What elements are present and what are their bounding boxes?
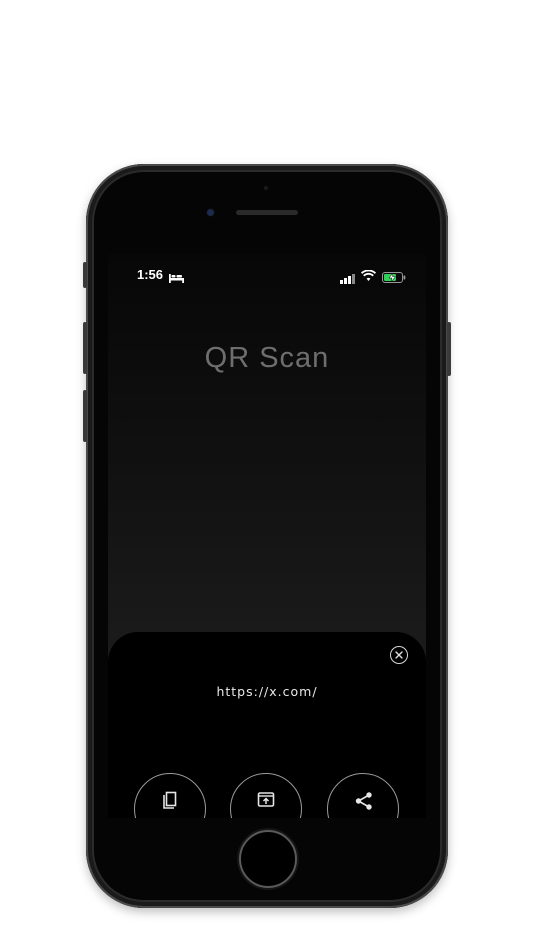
open-in-browser-button[interactable] — [230, 773, 302, 818]
share-button[interactable] — [327, 773, 399, 818]
close-icon — [395, 651, 403, 659]
wifi-icon — [360, 267, 377, 286]
status-time: 1:56 — [137, 267, 164, 282]
copy-icon — [163, 791, 177, 809]
earpiece-speaker — [236, 210, 298, 215]
phone-screen: 1:56 QR Scan https://x.com/ — [108, 254, 426, 818]
share-icon — [355, 792, 372, 810]
power-button — [447, 322, 451, 376]
status-bar: 1:56 — [108, 254, 426, 294]
bed-icon — [169, 268, 184, 287]
scan-result-sheet: https://x.com/ — [108, 632, 426, 818]
scanned-url[interactable]: https://x.com/ — [108, 684, 426, 699]
close-button[interactable] — [390, 646, 408, 664]
volume-up-button — [83, 322, 87, 374]
volume-down-button — [83, 390, 87, 442]
mute-switch — [83, 262, 87, 288]
battery-charging-icon — [382, 268, 406, 287]
proximity-sensor — [264, 186, 268, 190]
page-title: QR Scan — [204, 342, 330, 374]
copy-button[interactable] — [134, 773, 206, 818]
home-button[interactable] — [239, 830, 297, 888]
front-camera — [207, 209, 214, 216]
open-in-browser-icon — [257, 792, 275, 807]
signal-icon — [340, 269, 356, 288]
